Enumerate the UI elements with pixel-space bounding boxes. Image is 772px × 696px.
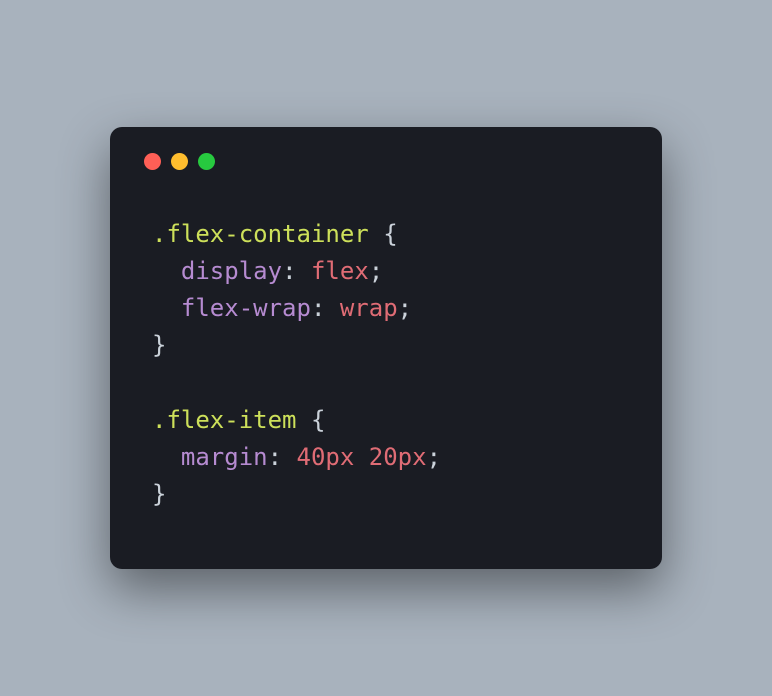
code-window: .flex-container { display: flex; flex-wr… bbox=[110, 127, 662, 570]
brace-close: } bbox=[152, 331, 166, 359]
close-icon[interactable] bbox=[144, 153, 161, 170]
code-block: .flex-container { display: flex; flex-wr… bbox=[140, 216, 632, 514]
property: display bbox=[181, 257, 282, 285]
property: flex-wrap bbox=[181, 294, 311, 322]
semicolon: ; bbox=[427, 443, 441, 471]
space bbox=[297, 406, 311, 434]
brace-open: { bbox=[311, 406, 325, 434]
space bbox=[369, 220, 383, 248]
value: wrap bbox=[340, 294, 398, 322]
selector: .flex-container bbox=[152, 220, 369, 248]
semicolon: ; bbox=[398, 294, 412, 322]
space bbox=[297, 257, 311, 285]
brace-close: } bbox=[152, 480, 166, 508]
selector: .flex-item bbox=[152, 406, 297, 434]
minimize-icon[interactable] bbox=[171, 153, 188, 170]
property: margin bbox=[181, 443, 268, 471]
space bbox=[282, 443, 296, 471]
colon: : bbox=[268, 443, 282, 471]
brace-open: { bbox=[383, 220, 397, 248]
colon: : bbox=[311, 294, 325, 322]
indent bbox=[152, 443, 181, 471]
space bbox=[325, 294, 339, 322]
indent bbox=[152, 257, 181, 285]
semicolon: ; bbox=[369, 257, 383, 285]
traffic-lights bbox=[144, 153, 632, 170]
maximize-icon[interactable] bbox=[198, 153, 215, 170]
indent bbox=[152, 294, 181, 322]
value: flex bbox=[311, 257, 369, 285]
colon: : bbox=[282, 257, 296, 285]
value: 40px 20px bbox=[297, 443, 427, 471]
